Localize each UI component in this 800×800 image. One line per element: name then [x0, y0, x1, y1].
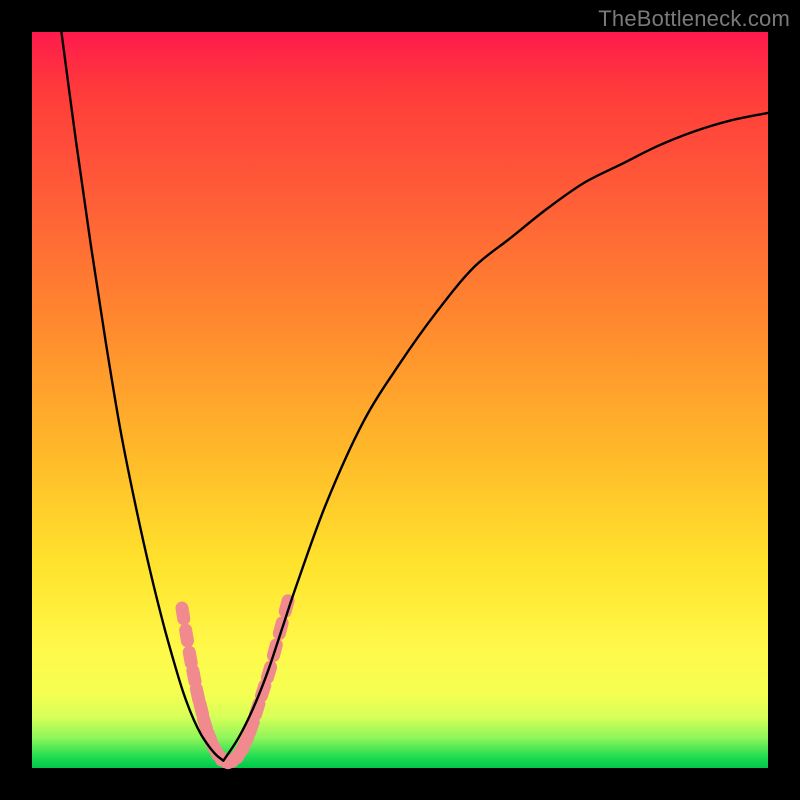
series-right-branch: [223, 113, 768, 761]
plot-area: [32, 32, 768, 768]
chart-frame: TheBottleneck.com: [0, 0, 800, 800]
highlight-marker: [178, 623, 195, 649]
watermark-text: TheBottleneck.com: [598, 6, 790, 32]
highlight-marker: [174, 601, 191, 627]
highlight-marker: [271, 615, 290, 642]
chart-svg: [32, 32, 768, 768]
series-left-branch: [61, 32, 223, 761]
